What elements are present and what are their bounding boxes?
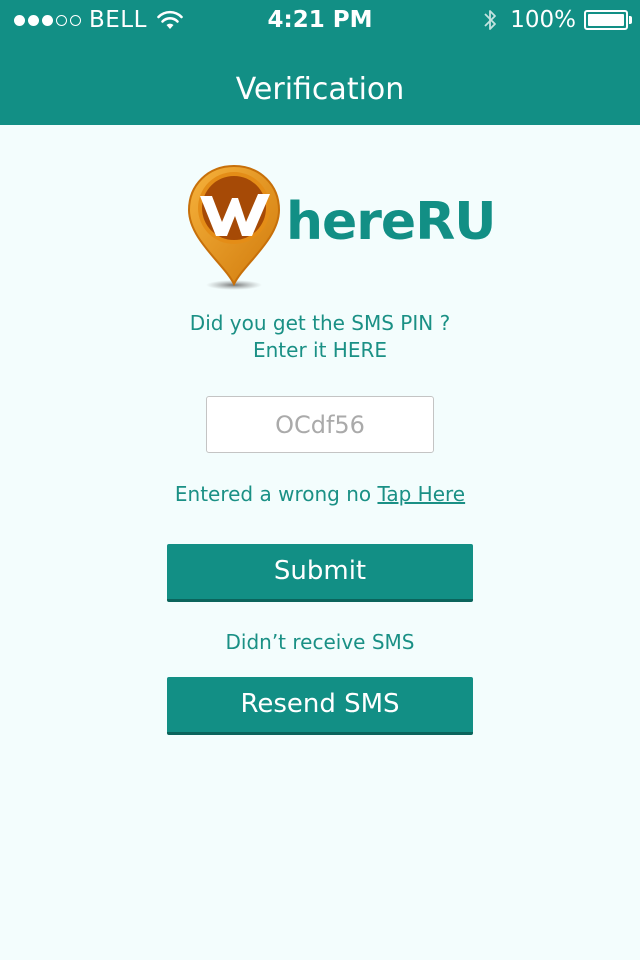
- brand-name: hereRU: [286, 192, 496, 252]
- bluetooth-icon: [484, 10, 497, 30]
- page-title: Verification: [235, 72, 405, 107]
- prompt-line-1: Did you get the SMS PIN ?: [189, 311, 451, 335]
- tap-here-link[interactable]: Tap Here: [377, 482, 465, 506]
- prompt-line-2: Enter it HERE: [252, 338, 387, 362]
- app-logo: hereRU: [186, 164, 496, 294]
- wrong-number-text: Entered a wrong no: [174, 482, 378, 506]
- submit-button[interactable]: Submit: [167, 544, 473, 602]
- didnt-receive-sms-label: Didn’t receive SMS: [225, 630, 415, 654]
- wrong-number-row: Entered a wrong no Tap Here: [0, 482, 640, 506]
- status-bar: BELL 4:21 PM 100%: [0, 0, 640, 42]
- status-right: 100%: [482, 7, 632, 33]
- app-header: BELL 4:21 PM 100% Verification: [0, 0, 640, 125]
- sms-pin-input[interactable]: [206, 396, 434, 453]
- location-pin-icon: [187, 164, 281, 290]
- battery-percent: 100%: [510, 7, 576, 33]
- sms-pin-prompt: Did you get the SMS PIN ? Enter it HERE: [0, 310, 640, 364]
- resend-sms-button[interactable]: Resend SMS: [167, 677, 473, 735]
- battery-icon: [584, 10, 632, 30]
